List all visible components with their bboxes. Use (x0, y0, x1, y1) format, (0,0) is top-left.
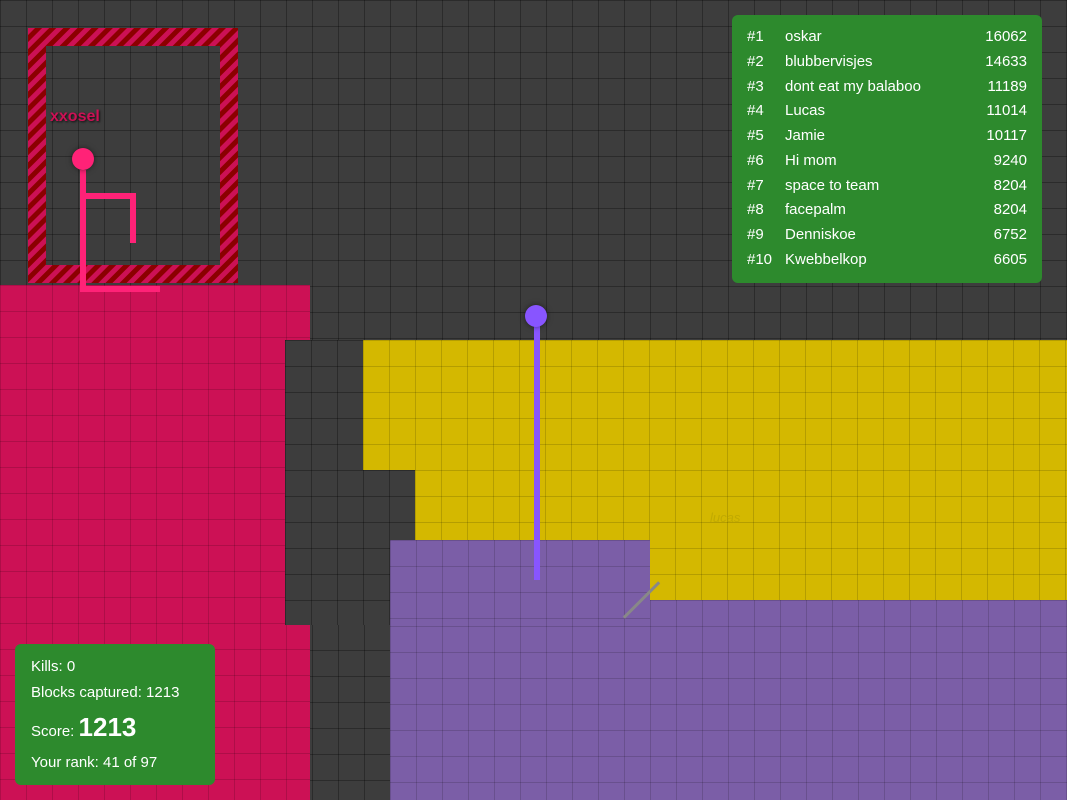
pink-trail-v (80, 170, 86, 290)
leaderboard-entry: #2 blubbervisjes 14633 (747, 50, 1027, 75)
lb-name: space to team (785, 174, 967, 199)
lb-rank: #8 (747, 198, 785, 223)
leaderboard-entry: #7 space to team 8204 (747, 174, 1027, 199)
purple-trail-vertical (534, 325, 540, 580)
lb-rank: #4 (747, 99, 785, 124)
player-dot-pink (72, 148, 94, 170)
lb-score: 9240 (967, 149, 1027, 174)
score-stat: Score: 1213 (31, 705, 199, 749)
lb-score: 16062 (967, 25, 1027, 50)
leaderboard-entry: #8 facepalm 8204 (747, 198, 1027, 223)
lb-rank: #5 (747, 124, 785, 149)
territory-purple (390, 600, 1067, 800)
player-dot-purple (525, 305, 547, 327)
lb-name: blubbervisjes (785, 50, 967, 75)
lb-rank: #2 (747, 50, 785, 75)
leaderboard-entry: #1 oskar 16062 (747, 25, 1027, 50)
yellow-player-label: lucas (710, 510, 740, 525)
leaderboard: #1 oskar 16062 #2 blubbervisjes 14633 #3… (732, 15, 1042, 283)
lb-rank: #6 (747, 149, 785, 174)
pink-trail-h (80, 286, 160, 292)
lb-score: 8204 (967, 174, 1027, 199)
lb-score: 14633 (967, 50, 1027, 75)
lb-name: Lucas (785, 99, 967, 124)
lb-rank: #7 (747, 174, 785, 199)
xxosel-border (28, 28, 238, 283)
lb-name: Denniskoe (785, 223, 967, 248)
pink-trail-inner (130, 193, 136, 243)
lb-score: 11014 (967, 99, 1027, 124)
territory-purple-upper (390, 540, 650, 620)
lb-score: 6752 (967, 223, 1027, 248)
lb-rank: #1 (747, 25, 785, 50)
lb-score: 10117 (967, 124, 1027, 149)
leaderboard-rows: #1 oskar 16062 #2 blubbervisjes 14633 #3… (747, 25, 1027, 273)
player-xxosel-label: xxosel (50, 108, 100, 126)
lb-score: 6605 (967, 248, 1027, 273)
game-canvas: xxosel lucas #1 oskar 16062 #2 blubbervi… (0, 0, 1067, 800)
leaderboard-entry: #5 Jamie 10117 (747, 124, 1027, 149)
leaderboard-entry: #4 Lucas 11014 (747, 99, 1027, 124)
lb-name: Jamie (785, 124, 967, 149)
lb-rank: #10 (747, 248, 785, 273)
rank-stat: Your rank: 41 of 97 (31, 750, 199, 776)
blocks-stat: Blocks captured: 1213 (31, 680, 199, 706)
leaderboard-entry: #6 Hi mom 9240 (747, 149, 1027, 174)
lb-name: dont eat my balaboo (785, 75, 967, 100)
lb-name: oskar (785, 25, 967, 50)
lb-score: 11189 (967, 75, 1027, 100)
territory-yellow-gap1 (285, 340, 363, 470)
stats-box: Kills: 0 Blocks captured: 1213 Score: 12… (15, 644, 215, 785)
leaderboard-entry: #3 dont eat my balaboo 11189 (747, 75, 1027, 100)
pink-trail-inner-h (86, 193, 136, 199)
lb-name: Kwebbelkop (785, 248, 967, 273)
lb-name: facepalm (785, 198, 967, 223)
lb-rank: #3 (747, 75, 785, 100)
lb-score: 8204 (967, 198, 1027, 223)
lb-rank: #9 (747, 223, 785, 248)
lb-name: Hi mom (785, 149, 967, 174)
leaderboard-entry: #9 Denniskoe 6752 (747, 223, 1027, 248)
kills-stat: Kills: 0 (31, 654, 199, 680)
leaderboard-entry: #10 Kwebbelkop 6605 (747, 248, 1027, 273)
